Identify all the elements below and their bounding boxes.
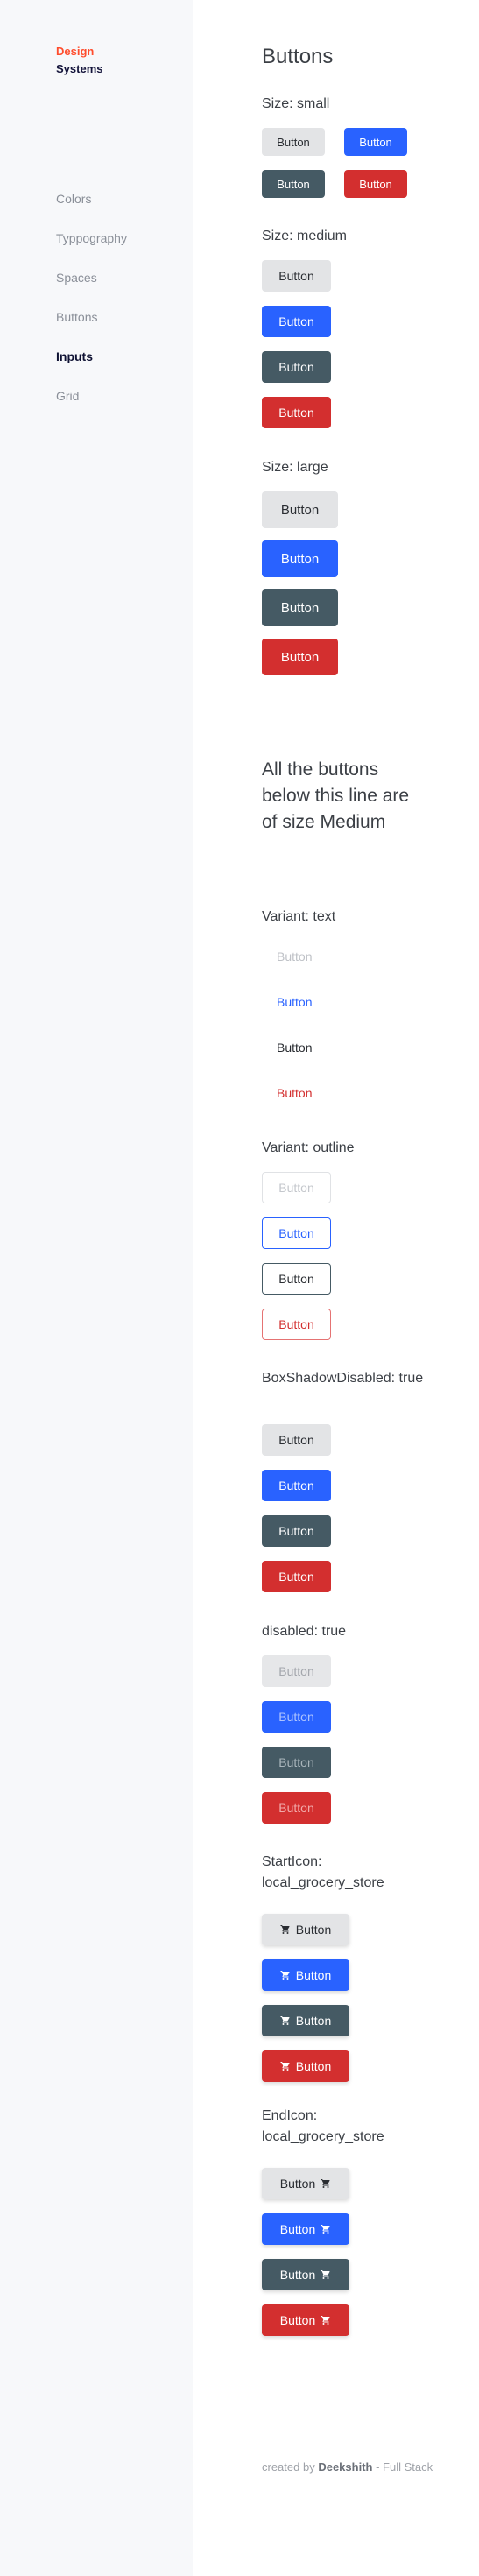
button-large-primary[interactable]: Button — [262, 540, 338, 577]
section-title-disabled: disabled: true — [262, 1624, 347, 1639]
button-outline-secondary[interactable]: Button — [262, 1263, 331, 1295]
button-medium-secondary[interactable]: Button — [262, 351, 331, 383]
button-label: Button — [295, 1968, 332, 1982]
section-title-size-medium: Size: medium — [262, 229, 347, 243]
button-noshadow-default[interactable]: Button — [262, 1424, 331, 1456]
button-label: Button — [295, 1923, 332, 1937]
button-text-primary[interactable]: Button — [262, 986, 331, 1018]
button-noshadow-danger[interactable]: Button — [262, 1561, 331, 1592]
nav-item-typography[interactable]: Typpography — [56, 229, 127, 269]
button-label: Button — [279, 2313, 316, 2327]
local-grocery-store-icon — [280, 1970, 291, 1980]
sidebar-nav: Colors Typpography Spaces Buttons Inputs… — [56, 190, 127, 427]
local-grocery-store-icon — [280, 2061, 291, 2071]
section-title-box-shadow-disabled: BoxShadowDisabled: true — [262, 1371, 424, 1386]
button-label: Button — [279, 2268, 316, 2282]
button-small-default[interactable]: Button — [262, 128, 325, 156]
nav-item-inputs[interactable]: Inputs — [56, 348, 127, 387]
button-label: Button — [295, 2059, 332, 2073]
button-end-icon-secondary[interactable]: Button — [262, 2259, 349, 2290]
button-small-primary[interactable]: Button — [344, 128, 407, 156]
logo-line-1: Design — [56, 45, 95, 58]
page-title: Buttons — [262, 45, 334, 68]
button-disabled-danger: Button — [262, 1792, 331, 1824]
medium-size-note: All the buttons below this line are of s… — [262, 759, 410, 832]
button-medium-primary[interactable]: Button — [262, 306, 331, 337]
button-start-icon-danger[interactable]: Button — [262, 2050, 349, 2082]
button-start-icon-secondary[interactable]: Button — [262, 2005, 349, 2036]
button-large-danger[interactable]: Button — [262, 639, 338, 675]
button-label: Button — [279, 2222, 316, 2236]
section-title-start-icon: StartIcon: local_grocery_store — [262, 1854, 384, 1890]
local-grocery-store-icon — [321, 2269, 331, 2280]
section-title-variant-outline: Variant: outline — [262, 1140, 355, 1155]
local-grocery-store-icon — [321, 2224, 331, 2234]
button-medium-default[interactable]: Button — [262, 260, 331, 292]
button-small-secondary[interactable]: Button — [262, 170, 325, 198]
logo-line-2: Systems — [56, 62, 103, 75]
footer-prefix: created by — [262, 2460, 315, 2474]
button-small-danger[interactable]: Button — [344, 170, 407, 198]
section-title-variant-text: Variant: text — [262, 909, 336, 924]
button-disabled-secondary: Button — [262, 1747, 331, 1778]
logo[interactable]: Design Systems — [56, 43, 102, 78]
button-start-icon-primary[interactable]: Button — [262, 1959, 349, 1991]
button-end-icon-primary[interactable]: Button — [262, 2213, 349, 2245]
button-outline-default[interactable]: Button — [262, 1172, 331, 1203]
button-large-secondary[interactable]: Button — [262, 589, 338, 626]
button-disabled-primary: Button — [262, 1701, 331, 1733]
nav-item-colors[interactable]: Colors — [56, 190, 127, 229]
button-text-secondary[interactable]: Button — [262, 1032, 331, 1063]
button-text-default[interactable]: Button — [262, 941, 331, 972]
nav-item-grid[interactable]: Grid — [56, 387, 127, 427]
nav-item-buttons[interactable]: Buttons — [56, 308, 127, 348]
section-title-size-large: Size: large — [262, 460, 328, 475]
button-label: Button — [295, 2014, 332, 2028]
local-grocery-store-icon — [280, 2015, 291, 2026]
local-grocery-store-icon — [321, 2315, 331, 2325]
button-start-icon-default[interactable]: Button — [262, 1914, 349, 1945]
button-noshadow-primary[interactable]: Button — [262, 1470, 331, 1501]
footer-suffix: - Full Stack — [376, 2460, 433, 2474]
nav-item-spaces[interactable]: Spaces — [56, 269, 127, 308]
local-grocery-store-icon — [280, 1924, 291, 1935]
sidebar: Design Systems Colors Typpography Spaces… — [0, 0, 193, 2576]
footer: created by Deekshith - Full Stack — [262, 2459, 433, 2475]
button-disabled-default: Button — [262, 1655, 331, 1687]
section-title-size-small: Size: small — [262, 96, 330, 111]
button-label: Button — [279, 2177, 316, 2191]
section-title-end-icon: EndIcon: local_grocery_store — [262, 2108, 384, 2144]
button-end-icon-danger[interactable]: Button — [262, 2304, 349, 2336]
button-outline-danger[interactable]: Button — [262, 1309, 331, 1340]
button-large-default[interactable]: Button — [262, 491, 338, 528]
button-outline-primary[interactable]: Button — [262, 1217, 331, 1249]
button-text-danger[interactable]: Button — [262, 1077, 331, 1109]
local-grocery-store-icon — [321, 2178, 331, 2189]
footer-author[interactable]: Deekshith — [318, 2460, 372, 2474]
button-end-icon-default[interactable]: Button — [262, 2168, 349, 2199]
button-noshadow-secondary[interactable]: Button — [262, 1515, 331, 1547]
button-medium-danger[interactable]: Button — [262, 397, 331, 428]
